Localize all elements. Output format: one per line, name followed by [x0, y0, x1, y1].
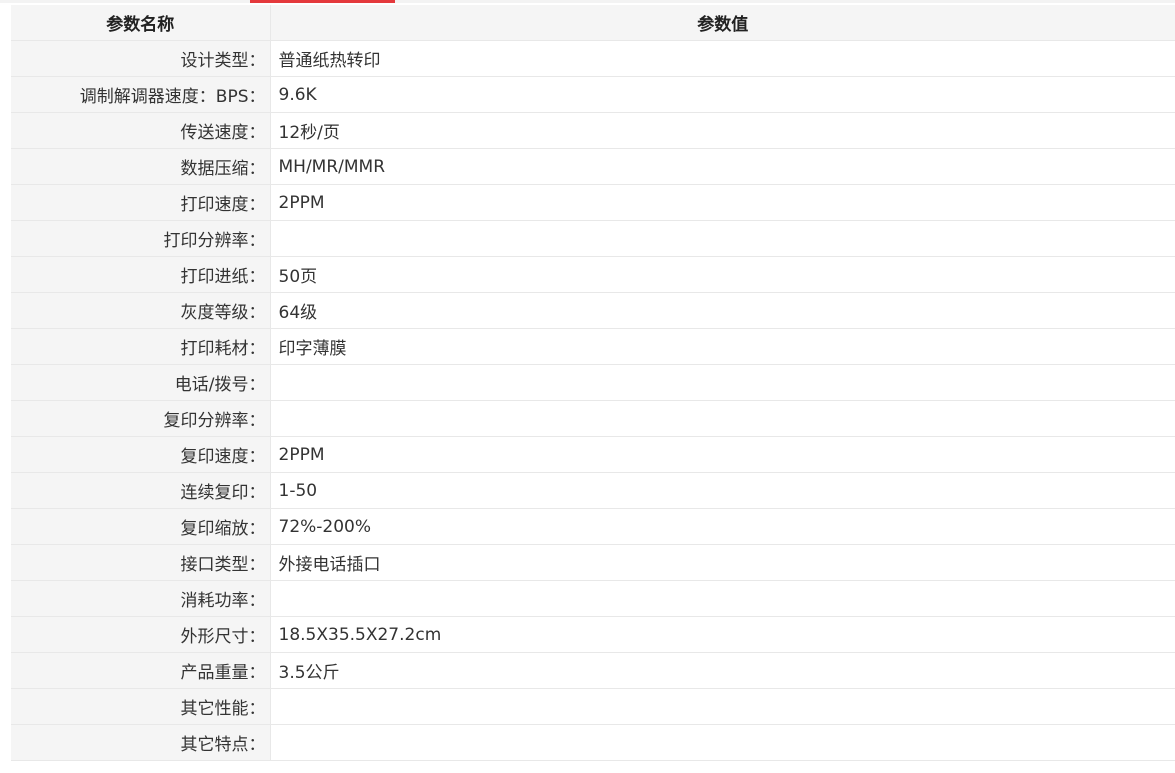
param-name: 消耗功率：: [11, 580, 271, 617]
table-row: 消耗功率：: [11, 580, 1175, 617]
param-value: 2PPM: [270, 436, 1175, 473]
table-row: 灰度等级： 64级: [11, 292, 1175, 329]
table-row: 打印分辨率：: [11, 220, 1175, 257]
table-row: 外形尺寸： 18.5X35.5X27.2cm: [11, 616, 1175, 653]
param-name: 其它特点：: [11, 724, 271, 761]
table-row: 设计类型： 普通纸热转印: [11, 40, 1175, 77]
param-name: 接口类型：: [11, 544, 271, 581]
param-name: 调制解调器速度：BPS：: [11, 76, 271, 113]
param-name: 设计类型：: [11, 40, 271, 77]
param-name: 打印耗材：: [11, 328, 271, 365]
param-value: 3.5公斤: [270, 652, 1175, 689]
table-row: 连续复印： 1-50: [11, 472, 1175, 509]
param-name: 连续复印：: [11, 472, 271, 509]
spec-table: 参数名称 参数值 设计类型： 普通纸热转印 调制解调器速度：BPS： 9.6K 传送速度…: [11, 5, 1175, 761]
param-name: 打印速度：: [11, 184, 271, 221]
param-value: [270, 364, 1175, 401]
table-row: 复印缩放： 72%-200%: [11, 508, 1175, 545]
param-value: [270, 400, 1175, 437]
table-row: 打印耗材： 印字薄膜: [11, 328, 1175, 365]
param-value: 64级: [270, 292, 1175, 329]
param-value: 72%-200%: [270, 508, 1175, 545]
spec-table-header: 参数名称 参数值: [11, 5, 1175, 41]
param-name: 传送速度：: [11, 112, 271, 149]
param-value: 普通纸热转印: [270, 40, 1175, 77]
param-value: [270, 724, 1175, 761]
param-value: [270, 220, 1175, 257]
table-row: 复印分辨率：: [11, 400, 1175, 437]
param-name: 电话/拨号：: [11, 364, 271, 401]
param-name: 打印进纸：: [11, 256, 271, 293]
param-value: 外接电话插口: [270, 544, 1175, 581]
param-value: 1-50: [270, 472, 1175, 509]
table-row: 打印进纸： 50页: [11, 256, 1175, 293]
param-value: 9.6K: [270, 76, 1175, 113]
header-param-name: 参数名称: [11, 5, 271, 41]
table-row: 电话/拨号：: [11, 364, 1175, 401]
param-value: 2PPM: [270, 184, 1175, 221]
table-row: 调制解调器速度：BPS： 9.6K: [11, 76, 1175, 113]
param-value: [270, 688, 1175, 725]
param-name: 外形尺寸：: [11, 616, 271, 653]
table-row: 产品重量： 3.5公斤: [11, 652, 1175, 689]
param-name: 产品重量：: [11, 652, 271, 689]
table-row: 传送速度： 12秒/页: [11, 112, 1175, 149]
param-value: MH/MR/MMR: [270, 148, 1175, 185]
param-name: 复印缩放：: [11, 508, 271, 545]
param-value: [270, 580, 1175, 617]
table-row: 复印速度： 2PPM: [11, 436, 1175, 473]
table-row: 其它特点：: [11, 724, 1175, 761]
tab-strip-divider: [0, 0, 1175, 3]
param-value: 12秒/页: [270, 112, 1175, 149]
param-name: 灰度等级：: [11, 292, 271, 329]
header-param-value: 参数值: [270, 5, 1175, 41]
table-row: 数据压缩： MH/MR/MMR: [11, 148, 1175, 185]
param-name: 复印速度：: [11, 436, 271, 473]
active-tab-indicator: [250, 0, 395, 3]
table-row: 其它性能：: [11, 688, 1175, 725]
table-row: 打印速度： 2PPM: [11, 184, 1175, 221]
param-name: 其它性能：: [11, 688, 271, 725]
param-name: 复印分辨率：: [11, 400, 271, 437]
param-name: 打印分辨率：: [11, 220, 271, 257]
table-row: 接口类型： 外接电话插口: [11, 544, 1175, 581]
param-value: 印字薄膜: [270, 328, 1175, 365]
param-value: 50页: [270, 256, 1175, 293]
param-value: 18.5X35.5X27.2cm: [270, 616, 1175, 653]
param-name: 数据压缩：: [11, 148, 271, 185]
